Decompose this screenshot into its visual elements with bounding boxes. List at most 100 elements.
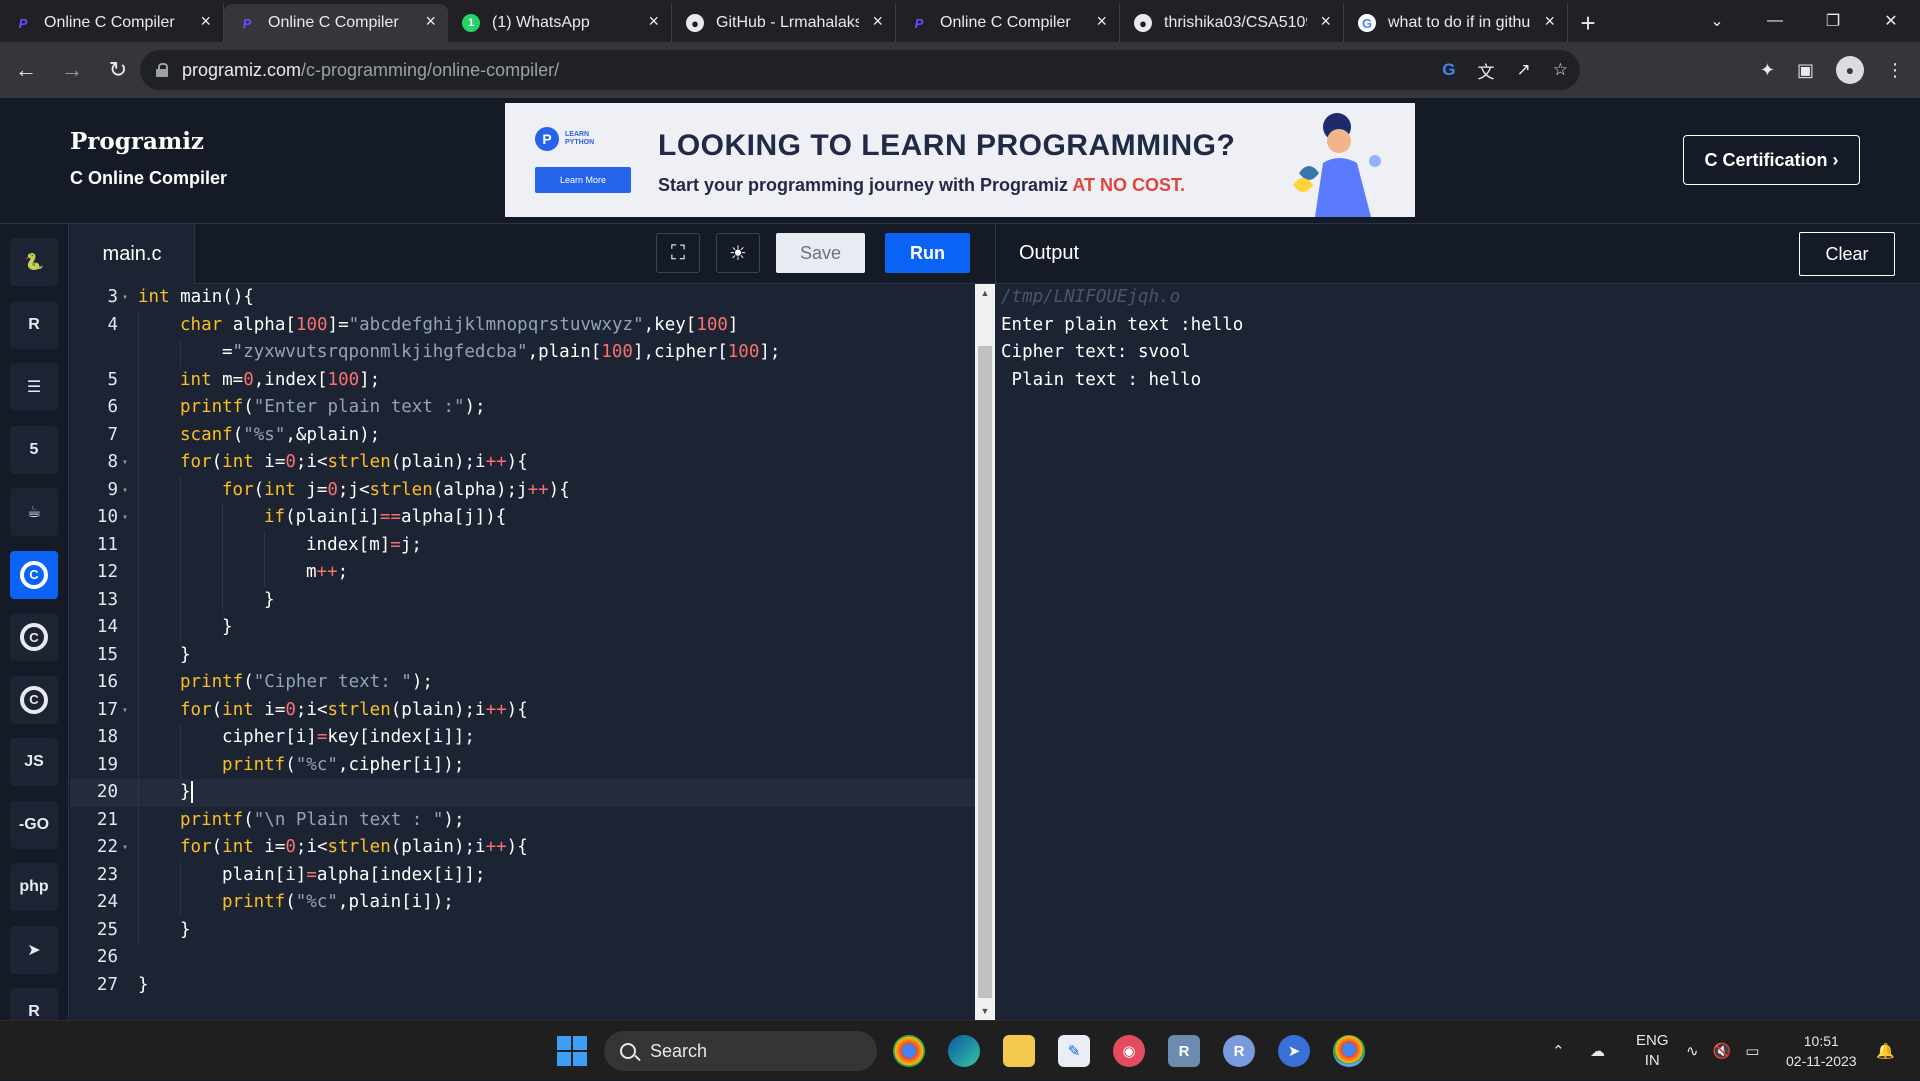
code-token: ];	[359, 369, 381, 390]
run-button[interactable]: Run	[885, 233, 970, 273]
browser-tab[interactable]: P Online C Compiler ×	[224, 4, 448, 42]
file-explorer-icon[interactable]	[1003, 1035, 1035, 1067]
chrome-app-icon[interactable]	[893, 1035, 925, 1067]
windows-start-icon[interactable]	[557, 1036, 587, 1066]
onedrive-icon[interactable]: ☁	[1590, 1021, 1605, 1081]
code-token: ]=	[327, 314, 349, 335]
fold-toggle-icon[interactable]: ▾	[122, 697, 128, 725]
notifications-bell-icon[interactable]: 🔔	[1876, 1021, 1895, 1081]
code-token: ;i<	[295, 699, 328, 720]
browser-tab[interactable]: ● GitHub - Lrmahalaksh ×	[672, 4, 896, 42]
tab-close-icon[interactable]: ×	[648, 11, 659, 32]
fold-toggle-icon[interactable]: ▾	[122, 834, 128, 862]
code-token: int	[222, 699, 254, 720]
csharp-glyph: C	[20, 685, 48, 714]
tab-close-icon[interactable]: ×	[200, 11, 211, 32]
minimize-icon[interactable]: —	[1746, 0, 1804, 42]
indent-guide	[180, 614, 181, 642]
tab-close-icon[interactable]: ×	[1320, 11, 1331, 32]
csharp-language-icon[interactable]: C	[10, 675, 58, 724]
fold-toggle-icon[interactable]: ▾	[122, 477, 128, 505]
fold-toggle-icon[interactable]: ▾	[122, 284, 128, 312]
ad-banner[interactable]: P LEARN PYTHON Learn More LOOKING TO LEAR…	[505, 103, 1415, 217]
scroll-up-icon[interactable]: ▲	[975, 284, 995, 302]
translate-icon[interactable]: 文	[1478, 58, 1495, 83]
tab-close-icon[interactable]: ×	[1544, 11, 1555, 32]
tab-close-icon[interactable]: ×	[425, 11, 436, 32]
ad-learn-more-button[interactable]: Learn More	[535, 167, 631, 193]
cpp-glyph: C	[20, 623, 48, 651]
address-bar[interactable]: programiz.com/c-programming/online-compi…	[140, 50, 1580, 90]
file-tab-main-c[interactable]: main.c	[70, 224, 195, 284]
python-language-icon[interactable]: 🐍	[10, 238, 58, 286]
tray-overflow-icon[interactable]: ⌃	[1552, 1021, 1565, 1081]
browser-tab[interactable]: Gwhat to do if in githu ×	[1344, 4, 1568, 42]
notepad-icon[interactable]: ✎	[1058, 1035, 1090, 1067]
c-language-icon[interactable]: C	[10, 550, 58, 599]
swift-language-icon[interactable]: ➤	[10, 925, 58, 974]
browser-tab[interactable]: ● thrishika03/CSA5109 ×	[1120, 4, 1344, 42]
chrome-active-app-icon[interactable]	[1333, 1035, 1365, 1067]
editor-scrollbar[interactable]: ▲ ▼	[975, 284, 995, 1020]
clear-button[interactable]: Clear	[1799, 232, 1895, 276]
close-window-icon[interactable]: ✕	[1862, 0, 1920, 42]
output-console[interactable]: /tmp/LNIFOUEjqh.o Enter plain text :hello…	[995, 284, 1920, 1020]
browser-tab[interactable]: P Online C Compiler ×	[0, 4, 224, 42]
back-icon[interactable]: ←	[6, 50, 46, 90]
extensions-icon[interactable]: ✦	[1760, 60, 1775, 81]
scroll-down-icon[interactable]: ▼	[975, 1002, 995, 1020]
reload-icon[interactable]: ↻	[98, 50, 138, 90]
language-indicator[interactable]: ENG IN	[1636, 1021, 1669, 1081]
tab-search-icon[interactable]: ⌄	[1688, 0, 1746, 42]
quick-settings[interactable]: ∿ 🔇 ▭	[1686, 1021, 1759, 1081]
save-button[interactable]: Save	[776, 233, 865, 273]
sql-language-icon[interactable]: ☰	[10, 363, 58, 411]
game-app-icon[interactable]: ◉	[1113, 1035, 1145, 1067]
certification-button[interactable]: C Certification ›	[1683, 135, 1860, 185]
code-token: }	[180, 782, 191, 802]
rstudio-icon[interactable]: R	[1168, 1035, 1200, 1067]
menu-kebab-icon[interactable]: ⋮	[1886, 60, 1904, 81]
taskbar-search[interactable]: Search	[604, 1031, 877, 1071]
code-token: for	[180, 699, 212, 720]
theme-toggle-icon[interactable]: ☀	[716, 233, 760, 273]
clock[interactable]: 10:51 02-11-2023	[1786, 1021, 1857, 1081]
r-language-icon[interactable]: R	[10, 300, 58, 349]
cpp-language-icon[interactable]: C	[10, 613, 58, 661]
programiz-logo[interactable]: Programiz	[70, 128, 204, 155]
code-editor[interactable]: 3 ▾ int main(){4 char alpha[100]="abcdefghi…	[70, 284, 975, 1020]
new-tab-button[interactable]: +	[1568, 4, 1608, 42]
side-panel-icon[interactable]: ▣	[1797, 60, 1814, 81]
go-language-icon[interactable]: -GO	[10, 800, 58, 849]
php-language-icon[interactable]: php	[10, 863, 58, 911]
browser-tab[interactable]: P Online C Compiler ×	[896, 4, 1120, 42]
code-token: ){	[506, 452, 528, 472]
java-language-icon[interactable]: ☕	[10, 488, 58, 536]
scrollbar-thumb[interactable]	[978, 346, 992, 998]
bookmark-star-icon[interactable]: ☆	[1553, 60, 1568, 80]
google-lens-icon[interactable]: G	[1442, 60, 1455, 80]
html-language-icon[interactable]: 5	[10, 425, 58, 474]
edge-app-icon[interactable]	[948, 1035, 980, 1067]
restore-icon[interactable]: ❐	[1804, 0, 1862, 42]
fold-toggle-icon[interactable]: ▾	[122, 449, 128, 477]
code-text: printf("%c",plain[i]);	[222, 889, 454, 917]
send-app-icon[interactable]: ➤	[1278, 1035, 1310, 1067]
lock-icon[interactable]	[156, 63, 168, 77]
fold-toggle-icon[interactable]: ▾	[122, 504, 128, 532]
browser-tab[interactable]: 1 (1) WhatsApp ×	[448, 4, 672, 42]
code-token: for	[180, 452, 212, 472]
profile-avatar[interactable]: ●	[1836, 56, 1864, 84]
code-line: 20}	[70, 779, 975, 807]
tab-close-icon[interactable]: ×	[872, 11, 883, 32]
code-token: ;	[337, 562, 349, 582]
r-app-icon[interactable]: R	[1223, 1035, 1255, 1067]
javascript-language-icon[interactable]: JS	[10, 738, 58, 786]
tab-title: GitHub - Lrmahalaksh	[716, 14, 859, 31]
share-icon[interactable]: ↗	[1517, 60, 1531, 80]
tab-close-icon[interactable]: ×	[1096, 11, 1107, 32]
fullscreen-icon[interactable]: ⛶	[656, 233, 700, 273]
code-token: printf	[180, 397, 244, 417]
code-token: (	[211, 699, 223, 720]
forward-icon[interactable]: →	[52, 50, 92, 90]
